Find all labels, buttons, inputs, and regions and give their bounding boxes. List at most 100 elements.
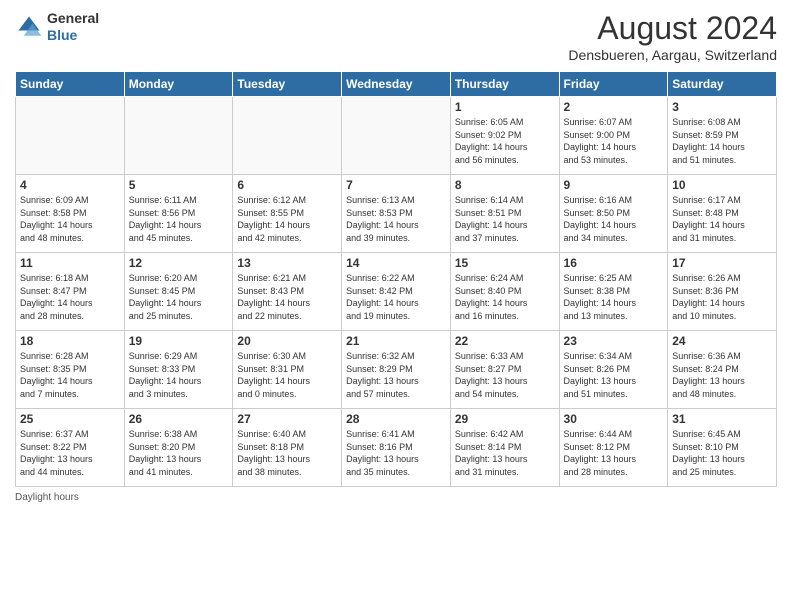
day-cell: 27Sunrise: 6:40 AMSunset: 8:18 PMDayligh… <box>233 409 342 487</box>
day-info: Sunrise: 6:17 AMSunset: 8:48 PMDaylight:… <box>672 194 772 244</box>
day-info: Sunrise: 6:09 AMSunset: 8:58 PMDaylight:… <box>20 194 120 244</box>
day-number: 24 <box>672 334 772 348</box>
day-info: Sunrise: 6:20 AMSunset: 8:45 PMDaylight:… <box>129 272 229 322</box>
day-info: Sunrise: 6:12 AMSunset: 8:55 PMDaylight:… <box>237 194 337 244</box>
day-number: 14 <box>346 256 446 270</box>
day-info: Sunrise: 6:18 AMSunset: 8:47 PMDaylight:… <box>20 272 120 322</box>
week-row-2: 4 Sunrise: 6:09 AMSunset: 8:58 PMDaylight… <box>16 175 777 253</box>
header-friday: Friday <box>559 72 668 97</box>
header-tuesday: Tuesday <box>233 72 342 97</box>
day-number: 11 <box>20 256 120 270</box>
footer-text: Daylight hours <box>15 492 79 503</box>
day-info: Sunrise: 6:07 AMSunset: 9:00 PMDaylight:… <box>564 116 664 166</box>
day-cell: 23Sunrise: 6:34 AMSunset: 8:26 PMDayligh… <box>559 331 668 409</box>
day-number: 23 <box>564 334 664 348</box>
day-number: 8 <box>455 178 555 192</box>
day-info: Sunrise: 6:22 AMSunset: 8:42 PMDaylight:… <box>346 272 446 322</box>
day-cell: 4 Sunrise: 6:09 AMSunset: 8:58 PMDaylight… <box>16 175 125 253</box>
day-cell: 21Sunrise: 6:32 AMSunset: 8:29 PMDayligh… <box>342 331 451 409</box>
day-cell: 20 Sunrise: 6:30 AMSunset: 8:31 PMDayligh… <box>233 331 342 409</box>
week-row-3: 11 Sunrise: 6:18 AMSunset: 8:47 PMDayligh… <box>16 253 777 331</box>
day-info: Sunrise: 6:30 AMSunset: 8:31 PMDaylight:… <box>237 350 337 400</box>
logo-blue: Blue <box>47 27 77 43</box>
header-thursday: Thursday <box>450 72 559 97</box>
day-cell: 3 Sunrise: 6:08 AMSunset: 8:59 PMDaylight… <box>668 97 777 175</box>
day-cell <box>233 97 342 175</box>
day-cell: 29Sunrise: 6:42 AMSunset: 8:14 PMDayligh… <box>450 409 559 487</box>
day-info: Sunrise: 6:25 AMSunset: 8:38 PMDaylight:… <box>564 272 664 322</box>
day-cell <box>124 97 233 175</box>
day-number: 28 <box>346 412 446 426</box>
day-number: 6 <box>237 178 337 192</box>
day-info: Sunrise: 6:40 AMSunset: 8:18 PMDaylight:… <box>237 428 337 478</box>
header-wednesday: Wednesday <box>342 72 451 97</box>
day-cell: 14 Sunrise: 6:22 AMSunset: 8:42 PMDayligh… <box>342 253 451 331</box>
day-cell: 6 Sunrise: 6:12 AMSunset: 8:55 PMDaylight… <box>233 175 342 253</box>
day-cell: 22 Sunrise: 6:33 AMSunset: 8:27 PMDayligh… <box>450 331 559 409</box>
location: Densbueren, Aargau, Switzerland <box>568 47 777 63</box>
day-number: 26 <box>129 412 229 426</box>
day-info: Sunrise: 6:26 AMSunset: 8:36 PMDaylight:… <box>672 272 772 322</box>
month-title: August 2024 <box>568 10 777 47</box>
day-number: 19 <box>129 334 229 348</box>
day-cell: 9 Sunrise: 6:16 AMSunset: 8:50 PMDaylight… <box>559 175 668 253</box>
day-info: Sunrise: 6:08 AMSunset: 8:59 PMDaylight:… <box>672 116 772 166</box>
day-info: Sunrise: 6:16 AMSunset: 8:50 PMDaylight:… <box>564 194 664 244</box>
header-sunday: Sunday <box>16 72 125 97</box>
day-cell: 16 Sunrise: 6:25 AMSunset: 8:38 PMDayligh… <box>559 253 668 331</box>
day-cell: 7 Sunrise: 6:13 AMSunset: 8:53 PMDaylight… <box>342 175 451 253</box>
week-row-1: 1 Sunrise: 6:05 AMSunset: 9:02 PMDaylight… <box>16 97 777 175</box>
day-cell: 24Sunrise: 6:36 AMSunset: 8:24 PMDayligh… <box>668 331 777 409</box>
day-number: 13 <box>237 256 337 270</box>
day-info: Sunrise: 6:33 AMSunset: 8:27 PMDaylight:… <box>455 350 555 400</box>
day-info: Sunrise: 6:44 AMSunset: 8:12 PMDaylight:… <box>564 428 664 478</box>
header-monday: Monday <box>124 72 233 97</box>
day-number: 31 <box>672 412 772 426</box>
day-info: Sunrise: 6:45 AMSunset: 8:10 PMDaylight:… <box>672 428 772 478</box>
day-cell: 18Sunrise: 6:28 AMSunset: 8:35 PMDayligh… <box>16 331 125 409</box>
day-info: Sunrise: 6:37 AMSunset: 8:22 PMDaylight:… <box>20 428 120 478</box>
day-info: Sunrise: 6:38 AMSunset: 8:20 PMDaylight:… <box>129 428 229 478</box>
day-number: 1 <box>455 100 555 114</box>
day-info: Sunrise: 6:28 AMSunset: 8:35 PMDaylight:… <box>20 350 120 400</box>
day-number: 10 <box>672 178 772 192</box>
day-number: 4 <box>20 178 120 192</box>
calendar-header-row: SundayMondayTuesdayWednesdayThursdayFrid… <box>16 72 777 97</box>
day-number: 2 <box>564 100 664 114</box>
logo-icon <box>15 13 43 41</box>
week-row-5: 25Sunrise: 6:37 AMSunset: 8:22 PMDayligh… <box>16 409 777 487</box>
day-cell: 5 Sunrise: 6:11 AMSunset: 8:56 PMDaylight… <box>124 175 233 253</box>
day-number: 3 <box>672 100 772 114</box>
day-info: Sunrise: 6:32 AMSunset: 8:29 PMDaylight:… <box>346 350 446 400</box>
day-cell: 26 Sunrise: 6:38 AMSunset: 8:20 PMDayligh… <box>124 409 233 487</box>
day-cell <box>16 97 125 175</box>
logo-general: General <box>47 10 99 26</box>
day-number: 7 <box>346 178 446 192</box>
day-number: 20 <box>237 334 337 348</box>
day-number: 9 <box>564 178 664 192</box>
footer: Daylight hours <box>15 492 777 503</box>
day-number: 30 <box>564 412 664 426</box>
day-info: Sunrise: 6:41 AMSunset: 8:16 PMDaylight:… <box>346 428 446 478</box>
logo-text: General Blue <box>47 10 99 44</box>
day-info: Sunrise: 6:11 AMSunset: 8:56 PMDaylight:… <box>129 194 229 244</box>
day-cell: 12Sunrise: 6:20 AMSunset: 8:45 PMDayligh… <box>124 253 233 331</box>
day-number: 16 <box>564 256 664 270</box>
day-cell: 17 Sunrise: 6:26 AMSunset: 8:36 PMDayligh… <box>668 253 777 331</box>
day-info: Sunrise: 6:13 AMSunset: 8:53 PMDaylight:… <box>346 194 446 244</box>
day-info: Sunrise: 6:05 AMSunset: 9:02 PMDaylight:… <box>455 116 555 166</box>
logo: General Blue <box>15 10 99 44</box>
day-number: 17 <box>672 256 772 270</box>
day-info: Sunrise: 6:42 AMSunset: 8:14 PMDaylight:… <box>455 428 555 478</box>
calendar: SundayMondayTuesdayWednesdayThursdayFrid… <box>15 71 777 487</box>
day-cell: 25Sunrise: 6:37 AMSunset: 8:22 PMDayligh… <box>16 409 125 487</box>
day-number: 22 <box>455 334 555 348</box>
day-info: Sunrise: 6:29 AMSunset: 8:33 PMDaylight:… <box>129 350 229 400</box>
day-info: Sunrise: 6:21 AMSunset: 8:43 PMDaylight:… <box>237 272 337 322</box>
header: General Blue August 2024 Densbueren, Aar… <box>15 10 777 63</box>
day-number: 5 <box>129 178 229 192</box>
day-info: Sunrise: 6:24 AMSunset: 8:40 PMDaylight:… <box>455 272 555 322</box>
day-cell: 11 Sunrise: 6:18 AMSunset: 8:47 PMDayligh… <box>16 253 125 331</box>
day-cell: 15Sunrise: 6:24 AMSunset: 8:40 PMDayligh… <box>450 253 559 331</box>
day-cell <box>342 97 451 175</box>
